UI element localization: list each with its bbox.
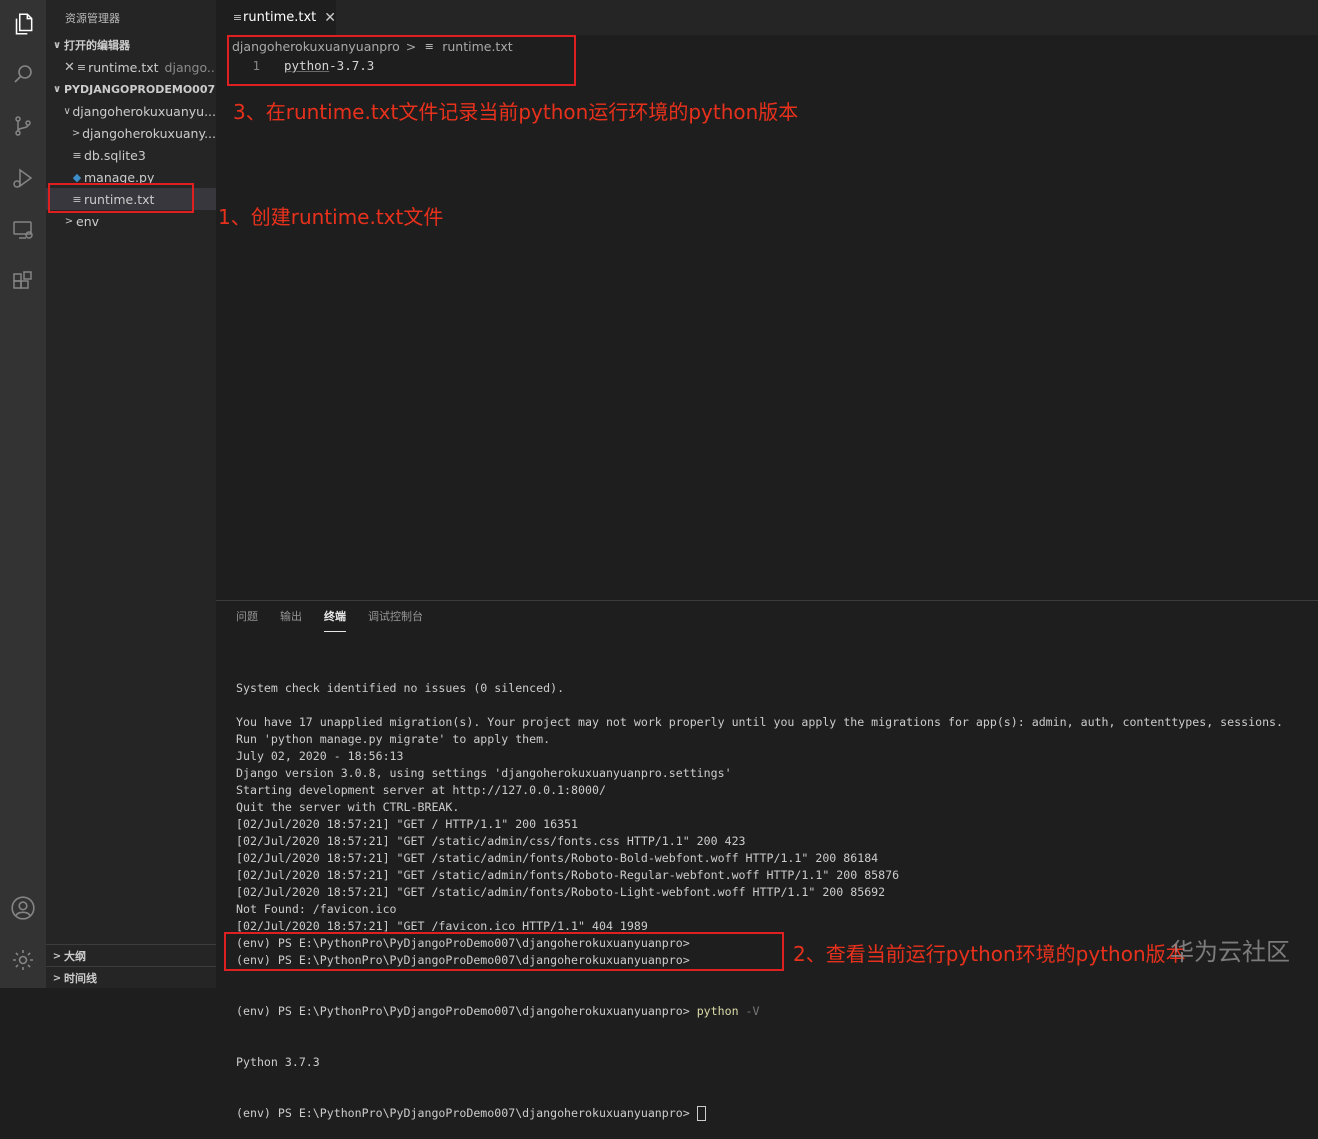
- chevron-down-icon: ∨: [52, 83, 62, 95]
- tab-label: runtime.txt: [243, 10, 317, 25]
- terminal-command-line: (env) PS E:\PythonPro\PyDjangoProDemo007…: [236, 1003, 1306, 1020]
- code-word: python: [284, 58, 330, 73]
- terminal-line: Quit the server with CTRL-BREAK.: [236, 800, 460, 814]
- chevron-down-icon: ∨: [63, 105, 71, 117]
- chevron-right-icon: >: [71, 127, 81, 139]
- outline-section[interactable]: > 大纲: [46, 944, 216, 967]
- annotation-step1: 1、创建runtime.txt文件: [218, 205, 444, 229]
- tree-item-label: env: [76, 213, 100, 229]
- remote-explorer-icon[interactable]: [0, 206, 46, 254]
- source-control-icon[interactable]: [0, 102, 46, 150]
- editor-tab-bar: ≡ runtime.txt ✕: [216, 0, 1318, 35]
- chevron-right-icon: >: [64, 215, 74, 227]
- tree-item-folder[interactable]: > djangoherokuxuany...: [46, 122, 216, 144]
- files-icon[interactable]: [0, 0, 46, 48]
- tab-output[interactable]: 输出: [280, 608, 302, 632]
- text-file-icon: ≡: [76, 60, 87, 74]
- terminal-output[interactable]: System check identified no issues (0 sil…: [236, 646, 1306, 1139]
- explorer-sidebar: 资源管理器 ∨ 打开的编辑器 ✕ ≡ runtime.txt django...…: [46, 0, 216, 988]
- close-icon[interactable]: ✕: [324, 10, 336, 26]
- open-editor-name: runtime.txt: [88, 59, 159, 75]
- tab-problems[interactable]: 问题: [236, 608, 258, 632]
- open-editors-header: 打开的编辑器: [64, 39, 130, 52]
- python-file-icon: ◆: [72, 170, 82, 184]
- terminal-cursor: [696, 1106, 706, 1121]
- tree-item-label: db.sqlite3: [84, 147, 146, 163]
- search-icon[interactable]: [0, 50, 46, 98]
- open-editors-section[interactable]: ∨ 打开的编辑器: [46, 34, 216, 56]
- account-icon[interactable]: [0, 884, 46, 932]
- terminal-prompt: (env) PS E:\PythonPro\PyDjangoProDemo007…: [236, 1004, 697, 1018]
- extensions-icon[interactable]: [0, 258, 46, 306]
- annotation-step2: 2、查看当前运行python环境的python版本: [793, 942, 1186, 966]
- terminal-last-prompt[interactable]: (env) PS E:\PythonPro\PyDjangoProDemo007…: [236, 1105, 1306, 1122]
- terminal-line: Run 'python manage.py migrate' to apply …: [236, 732, 551, 746]
- panel-divider[interactable]: [216, 600, 1318, 601]
- tree-item-file[interactable]: ≡ db.sqlite3: [46, 144, 216, 166]
- breadcrumb-file[interactable]: runtime.txt: [442, 39, 512, 54]
- settings-gear-icon[interactable]: [0, 936, 46, 984]
- chevron-down-icon: ∨: [52, 39, 62, 51]
- terminal-line: Django version 3.0.8, using settings 'dj…: [236, 766, 732, 780]
- outline-header: 大纲: [64, 950, 86, 963]
- close-icon[interactable]: ✕: [64, 60, 75, 75]
- tree-item-file-selected[interactable]: ≡ runtime.txt: [46, 188, 216, 210]
- chevron-right-icon: >: [405, 38, 417, 54]
- code-text[interactable]: python-3.7.3: [284, 58, 374, 73]
- tree-item-file[interactable]: ◆ manage.py: [46, 166, 216, 188]
- tree-item-label: runtime.txt: [84, 191, 155, 207]
- breadcrumb-folder[interactable]: djangoherokuxuanyuanpro: [232, 39, 400, 54]
- tree-item-label: djangoherokuxuanyu...: [72, 103, 216, 119]
- tab-terminal[interactable]: 终端: [324, 608, 346, 632]
- terminal-line: [02/Jul/2020 18:57:21] "GET /static/admi…: [236, 885, 886, 899]
- text-file-icon: ≡: [72, 192, 82, 206]
- timeline-section[interactable]: > 时间线: [46, 966, 216, 989]
- terminal-flag: -V: [738, 1004, 760, 1018]
- tree-item-label: djangoherokuxuany...: [82, 125, 216, 141]
- text-file-icon: ≡: [232, 11, 243, 24]
- terminal-line: July 02, 2020 - 18:56:13: [236, 749, 404, 763]
- terminal-line: [02/Jul/2020 18:57:21] "GET /static/admi…: [236, 834, 746, 848]
- tab-runtime-txt[interactable]: ≡ runtime.txt ✕: [216, 0, 336, 35]
- editor-line[interactable]: 1 python-3.7.3: [216, 56, 1318, 75]
- terminal-line: [02/Jul/2020 18:57:21] "GET /static/admi…: [236, 851, 879, 865]
- chevron-right-icon: >: [52, 972, 62, 984]
- annotation-step3: 3、在runtime.txt文件记录当前python运行环境的python版本: [233, 100, 799, 124]
- terminal-line: You have 17 unapplied migration(s). Your…: [236, 715, 1284, 729]
- open-editor-item[interactable]: ✕ ≡ runtime.txt django...: [46, 56, 216, 78]
- terminal-line: Starting development server at http://12…: [236, 783, 606, 797]
- terminal-line: [02/Jul/2020 18:57:21] "GET / HTTP/1.1" …: [236, 817, 579, 831]
- text-file-icon: ≡: [72, 148, 82, 162]
- timeline-header: 时间线: [64, 972, 97, 985]
- explorer-title: 资源管理器: [65, 12, 120, 25]
- chevron-right-icon: >: [52, 950, 62, 962]
- panel-tabs: 问题 输出 终端 调试控制台: [236, 608, 445, 632]
- tree-item-label: manage.py: [84, 169, 155, 185]
- terminal-version-output: Python 3.7.3: [236, 1055, 320, 1069]
- terminal-line: System check identified no issues (0 sil…: [236, 681, 565, 695]
- watermark-text: 华为云社区: [1170, 938, 1290, 966]
- terminal-line: [02/Jul/2020 18:57:21] "GET /static/admi…: [236, 868, 900, 882]
- terminal-line: [02/Jul/2020 18:57:21] "GET /favicon.ico…: [236, 919, 648, 933]
- text-file-icon: ≡: [424, 39, 434, 53]
- terminal-prompt: (env) PS E:\PythonPro\PyDjangoProDemo007…: [236, 1106, 697, 1120]
- tab-debug-console[interactable]: 调试控制台: [368, 608, 423, 632]
- breadcrumb: djangoherokuxuanyuanpro > ≡ runtime.txt: [232, 36, 513, 56]
- code-rest: -3.7.3: [329, 58, 375, 73]
- project-header: PYDJANGOPRODEMO007: [64, 82, 216, 96]
- terminal-line: Not Found: /favicon.ico: [236, 902, 397, 916]
- open-editor-path: django...: [164, 59, 216, 75]
- tree-item-folder[interactable]: > env: [46, 210, 216, 232]
- tree-item-folder[interactable]: ∨ djangoherokuxuanyu...: [46, 100, 216, 122]
- activity-bar: [0, 0, 46, 988]
- terminal-log: System check identified no issues (0 sil…: [236, 680, 1306, 969]
- run-debug-icon[interactable]: [0, 154, 46, 202]
- terminal-command: python: [696, 1004, 739, 1018]
- project-section[interactable]: ∨ PYDJANGOPRODEMO007: [46, 78, 216, 100]
- line-number: 1: [252, 58, 260, 73]
